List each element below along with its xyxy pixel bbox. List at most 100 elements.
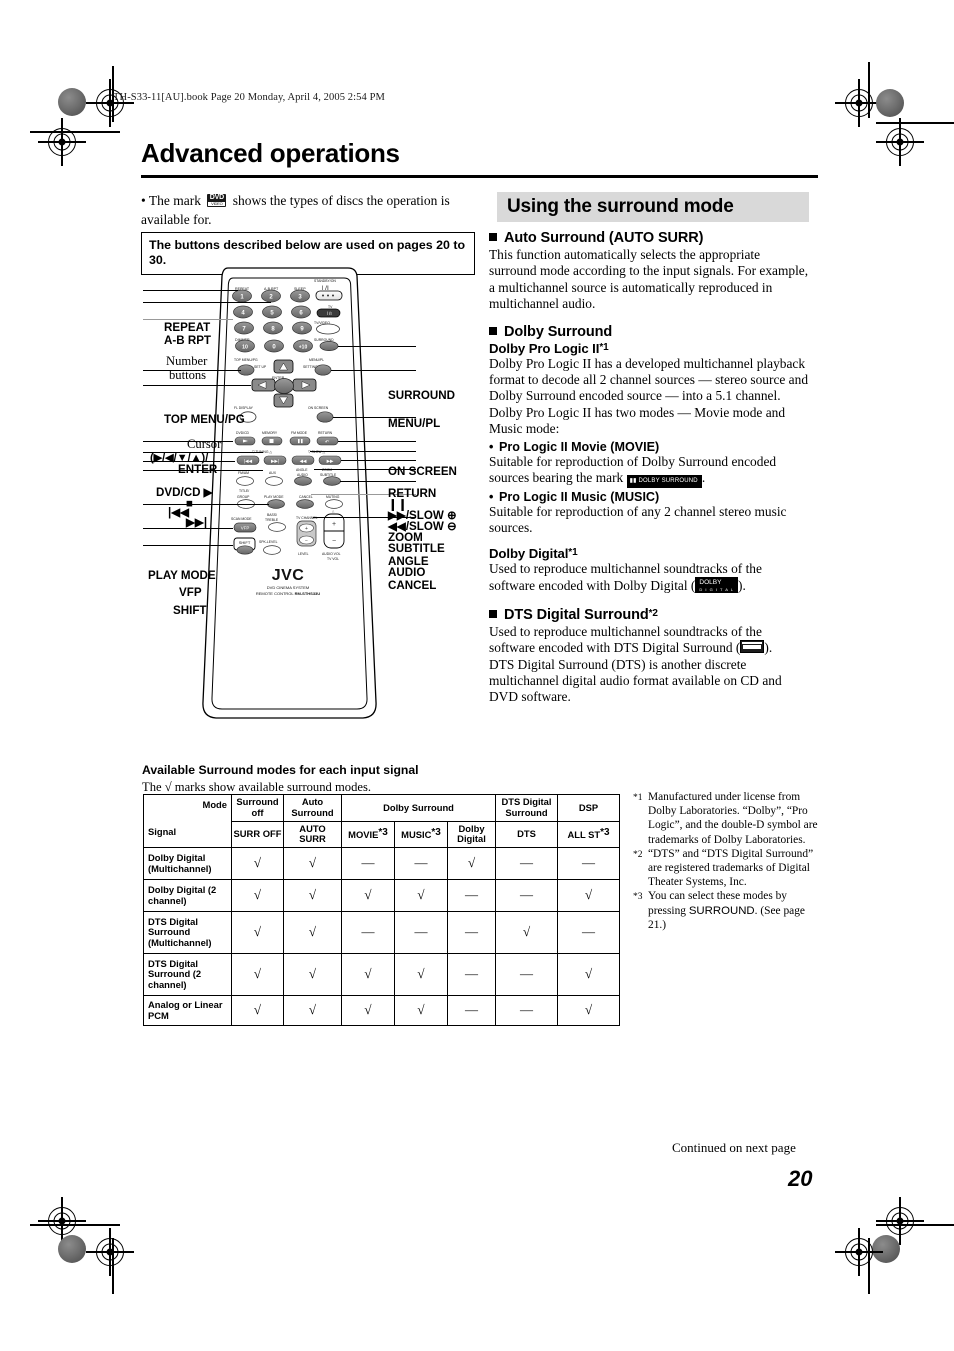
- table-signal-3: DTS Digital Surround (2 channel): [143, 953, 232, 996]
- svg-text:|◀◀: |◀◀: [244, 459, 253, 464]
- table-group-dsp: DSP: [557, 794, 621, 822]
- svg-text:10: 10: [242, 344, 248, 350]
- label-repeat: REPEAT: [164, 321, 211, 334]
- svg-text:◀◀: ◀◀: [300, 459, 307, 464]
- table-sub-music: MUSIC*3: [394, 820, 448, 848]
- table-cell-4-2: √: [341, 995, 395, 1026]
- table-sub-movie-sup: *3: [378, 827, 388, 838]
- table-sub-surr-off-text: SURR OFF: [233, 828, 282, 839]
- table-cell-2-3: —: [394, 911, 448, 954]
- continued-note: Continued on next page: [672, 1140, 796, 1155]
- table-cell-3-3: √: [394, 953, 448, 996]
- bullet-dot-icon-2: •: [489, 490, 494, 505]
- square-bullet-icon: [489, 233, 497, 241]
- heading-auto-surround-text: Auto Surround (AUTO SURR): [504, 230, 704, 246]
- leader-shift: [143, 545, 233, 546]
- heading-pro-logic-ii-music: • Pro Logic II Music (MUSIC): [489, 490, 811, 504]
- svg-text:TITLE/: TITLE/: [239, 489, 249, 493]
- svg-text:▶▶|: ▶▶|: [271, 459, 279, 464]
- body-dolby-pro-logic-ii: Dolby Pro Logic II has a developed multi…: [489, 355, 809, 437]
- table-cell-1-2: √: [341, 879, 395, 912]
- leader-menupl: [331, 370, 416, 371]
- table-cell-3-1: √: [283, 953, 342, 996]
- bullet-dot-icon: •: [489, 439, 494, 454]
- heading-dts-digital-surround-text: DTS Digital Surround: [504, 606, 649, 623]
- crop-line-br-vert: [868, 1238, 870, 1294]
- footnote-3: *3 You can select these modes by pressin…: [633, 889, 823, 932]
- svg-text:⏽/I: ⏽/I: [325, 311, 331, 317]
- leader-repeat: [143, 290, 238, 291]
- footnote-1-mark: *1: [633, 793, 643, 803]
- table-cell-0-6: —: [557, 847, 621, 880]
- table-sub-all-st-text: ALL ST: [567, 829, 601, 840]
- heading-dolby-surround-text: Dolby Surround: [504, 323, 613, 340]
- registration-mark-br: [876, 1197, 924, 1245]
- footnote-3-mark: *3: [633, 892, 643, 903]
- disc-mark-note: • The mark DVD VIDEO shows the types of …: [141, 191, 471, 229]
- svg-text:TREBLE: TREBLE: [265, 518, 279, 522]
- svg-text:ANGLE: ANGLE: [296, 468, 308, 472]
- table-cell-4-4: —: [446, 995, 497, 1026]
- table-cell-0-2: —: [341, 847, 395, 880]
- leader-surround: [338, 346, 416, 347]
- table-cell-2-0: √: [231, 911, 284, 954]
- body-dts-digital-surround: Used to reproduce multichannel soundtrac…: [489, 624, 811, 657]
- table-sub-dts: DTS: [495, 820, 559, 848]
- book-header-line: TH-S33-11[AU].book Page 20 Monday, April…: [113, 92, 385, 103]
- table-cell-4-3: √: [394, 995, 448, 1026]
- table-sub-movie-text: MOVIE: [348, 829, 379, 840]
- table-row: Dolby Digital (2 channel) √ √ √ √ — — √: [143, 879, 621, 912]
- table-cell-4-1: √: [283, 995, 342, 1026]
- crop-line-bl-vert: [112, 1238, 114, 1294]
- svg-text:SHIFT: SHIFT: [239, 540, 251, 545]
- heading-pro-logic-ii-music-text: Pro Logic II Music (MUSIC): [499, 490, 660, 505]
- crop-line-tl-horz: [30, 131, 120, 133]
- svg-text:SCAN MODE: SCAN MODE: [231, 517, 252, 521]
- label-audio: AUDIO: [388, 566, 426, 579]
- print-registration-blob-tr: [876, 89, 904, 117]
- svg-text:−: −: [332, 538, 336, 545]
- surround-modes-table: Mode Signal Surround off Auto Surround D…: [143, 794, 621, 1026]
- table-cell-2-6: —: [557, 911, 621, 954]
- leader-abrpt: [143, 302, 271, 303]
- page-title: Advanced operations: [141, 138, 400, 168]
- footnote-3-keyword: SURROUND: [688, 904, 755, 917]
- registration-mark-bl2: [86, 1228, 134, 1276]
- leader-ff: [341, 460, 416, 461]
- crop-line-br-horz: [876, 1224, 954, 1226]
- title-rule: [141, 175, 818, 178]
- svg-text:MEMORY: MEMORY: [262, 431, 278, 435]
- table-sub-auto-surr: AUTO SURR: [283, 820, 342, 848]
- label-enter: ENTER: [178, 463, 218, 476]
- dolby-digital-logo-text: DOLBY: [699, 579, 722, 587]
- leader-return: [338, 441, 416, 442]
- dvd-icon-bottom: VIDEO: [208, 202, 226, 206]
- table-cell-1-0: √: [231, 879, 284, 912]
- surround-mode-banner: Using the surround mode: [497, 192, 809, 222]
- footnotes: *1 Manufactured under license from Dolby…: [633, 790, 823, 932]
- leader-pause: [310, 451, 416, 452]
- registration-mark-bl: [38, 1197, 86, 1245]
- svg-text:−: −: [305, 538, 308, 544]
- label-cancel: CANCEL: [388, 579, 437, 592]
- svg-text:MUTING: MUTING: [326, 495, 340, 499]
- table-row: DTS Digital Surround (Multichannel) √ √ …: [143, 911, 621, 954]
- dvd-video-icon: DVD VIDEO: [207, 194, 227, 207]
- svg-text:BASS/: BASS/: [267, 513, 277, 517]
- leader-numbers: [143, 319, 233, 320]
- dvd-icon-top: DVD: [209, 194, 224, 201]
- table-cell-2-1: √: [283, 911, 342, 954]
- label-cursor: Cursor: [187, 437, 222, 451]
- print-registration-blob-tl: [58, 88, 86, 116]
- table-group-dolby-surround-text: Dolby Surround: [383, 801, 454, 813]
- body-pro-logic-ii-movie-after: .: [701, 470, 706, 486]
- dolby-digital-logo-icon: DOLBY D I G I T A L: [695, 577, 739, 594]
- label-surround: SURROUND: [388, 389, 455, 402]
- label-menu-pl: MENU/PL: [388, 417, 441, 430]
- surround-mode-content: Auto Surround (AUTO SURR) This function …: [489, 230, 811, 706]
- svg-text:▶▶: ▶▶: [327, 459, 334, 464]
- table-cell-2-4: —: [446, 911, 497, 954]
- label-a-b-rpt: A-B RPT: [164, 334, 212, 347]
- table-cell-1-5: —: [495, 879, 559, 912]
- footnote-ref-2: *2: [648, 607, 658, 619]
